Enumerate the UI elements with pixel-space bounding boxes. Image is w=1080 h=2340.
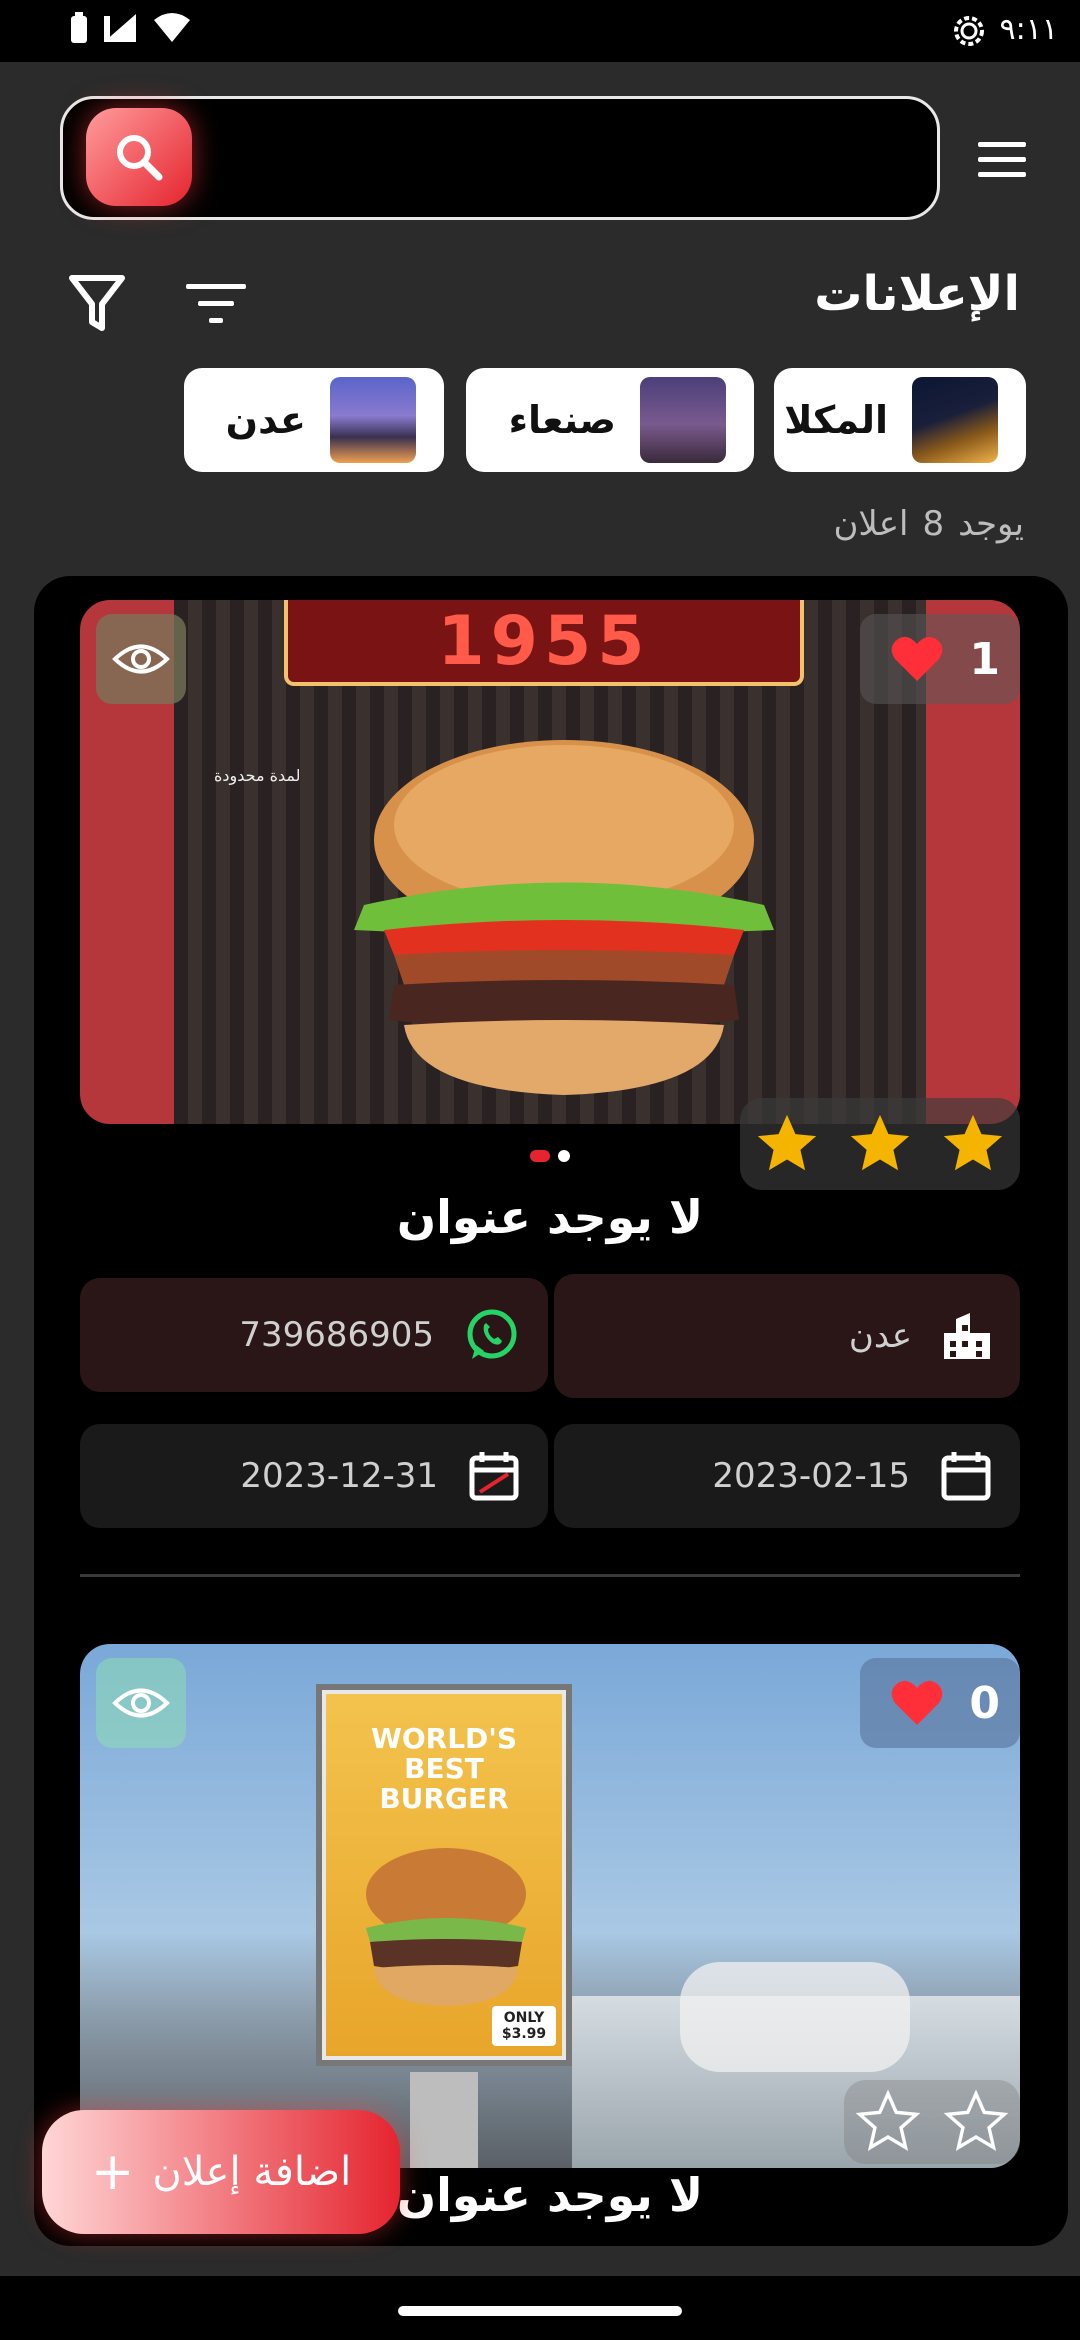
billboard-poster: WORLD'S BEST BURGER ONLY $3.99 [326,1694,562,2056]
rating-stars [844,2080,1020,2164]
ad-city: عدن [554,1274,1020,1398]
star-icon [850,1114,910,1171]
heart-icon [891,1680,943,1725]
calendar-expired-icon [469,1452,519,1501]
calendar-icon [941,1452,991,1501]
billboard-headline: WORLD'S BEST BURGER [370,1722,518,1815]
city-thumbnail [330,377,416,463]
star-outline-icon [943,2089,1009,2151]
start-date: 2023-02-15 [712,1456,910,1496]
views-badge [96,614,186,704]
like-button[interactable]: 0 [860,1658,1020,1748]
system-nav-bar [0,2276,1080,2340]
status-icons [70,12,192,44]
end-date: 2023-12-31 [240,1456,438,1496]
city-chip-sanaa[interactable]: صنعاء [466,368,754,472]
status-bar: ٩:١١ [0,0,1080,62]
ad-image: 1955 لمدة محدودة [174,600,926,1124]
city-label: المكلا [784,398,888,442]
city-filter-list: المكلا صنعاء عدن [0,368,1080,472]
whatsapp-icon [467,1309,517,1359]
signal-icon [104,14,136,42]
search-button[interactable] [86,108,192,206]
like-count: 1 [969,633,1000,685]
city-chip-mukalla[interactable]: المكلا [774,368,1026,472]
page-title: الإعلانات [814,266,1020,322]
ad-start-date: 2023-02-15 [554,1424,1020,1528]
star-icon [944,1114,1003,1171]
add-ad-button[interactable]: اضافة إعلان + [42,2110,400,2234]
heart-icon [891,636,943,681]
like-button[interactable]: 1 [860,614,1020,704]
ads-list[interactable]: 1955 لمدة محدودة 1 لا يوجد عنوان 7396869… [34,576,1068,2246]
search-input[interactable] [60,96,940,220]
banner-sign: 1955 [284,600,804,686]
price-tag: ONLY $3.99 [492,2006,556,2046]
like-count: 0 [969,1677,1000,1729]
menu-icon[interactable] [976,140,1028,180]
star-outline-icon [855,2089,921,2151]
views-badge [96,1658,186,1748]
city-label: عدن [225,398,306,442]
city-thumbnail [640,377,726,463]
burger-illustration [366,1848,526,2006]
carousel-indicator [530,1150,570,1162]
clock: ٩:١١ [999,12,1058,47]
burger-illustration [354,740,774,1095]
card-divider [80,1574,1020,1577]
eye-icon [112,1688,170,1718]
search-icon [117,135,163,181]
ads-count: يوجد 8 اعلان [833,504,1024,544]
settings-gear-icon [954,16,984,46]
image-caption: لمدة محدودة [214,766,301,785]
ad-phone[interactable]: 739686905 [80,1278,548,1392]
building-icon [944,1313,990,1359]
carousel-dot[interactable] [558,1150,570,1162]
car-blur [680,1962,910,2072]
billboard: WORLD'S BEST BURGER ONLY $3.99 [316,1684,572,2066]
rating-stars [740,1098,1020,1190]
plus-icon: + [90,2142,135,2202]
city-name: عدن [848,1316,912,1356]
home-handle[interactable] [398,2306,682,2316]
add-ad-label: اضافة إعلان [152,2149,352,2195]
city-label: صنعاء [508,398,616,442]
ad-title: لا يوجد عنوان [396,1190,704,1244]
filter-funnel-icon[interactable] [68,272,126,334]
star-icon [757,1114,816,1171]
phone-number: 739686905 [239,1315,434,1355]
carousel-dot-active[interactable] [530,1150,550,1162]
battery-icon [71,12,87,43]
eye-icon [112,644,170,674]
billboard-pole [410,2072,478,2168]
wifi-icon [154,13,190,42]
city-chip-aden[interactable]: عدن [184,368,444,472]
city-thumbnail [912,377,998,463]
sort-icon[interactable] [184,280,248,328]
ad-end-date: 2023-12-31 [80,1424,548,1528]
